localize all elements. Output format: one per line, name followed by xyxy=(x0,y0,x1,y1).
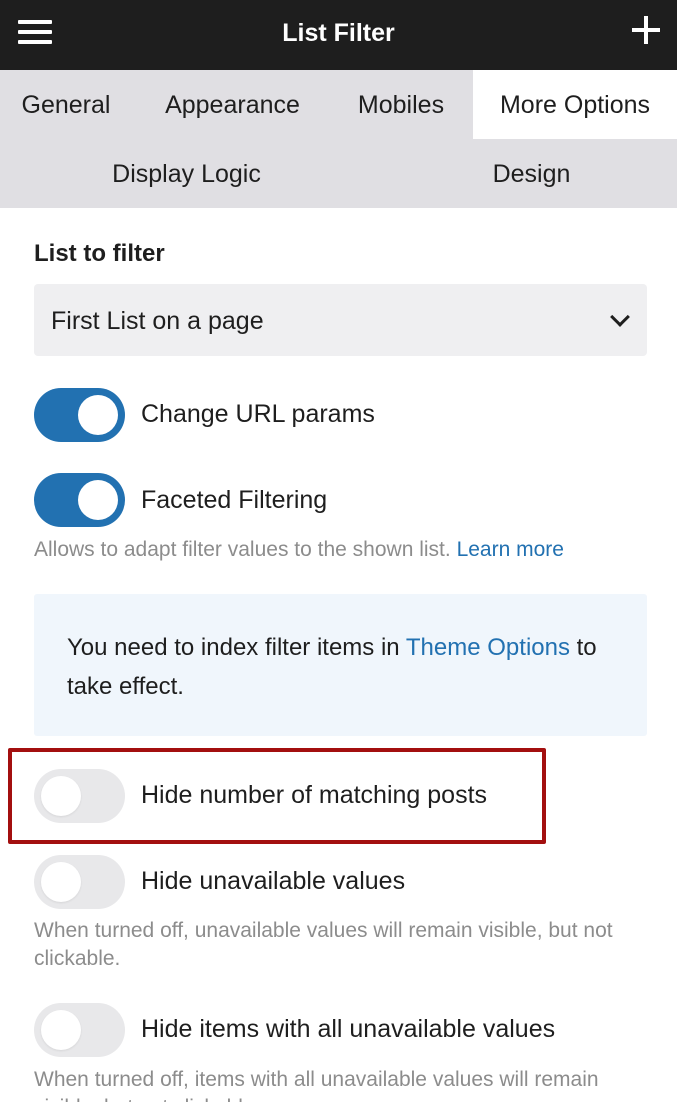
toggle-knob xyxy=(41,776,81,816)
hide-items-all-unavailable-help: When turned off, items with all unavaila… xyxy=(34,1068,599,1102)
panel-title: List Filter xyxy=(282,19,395,47)
tab-appearance[interactable]: Appearance xyxy=(132,70,333,139)
faceted-filtering-help: Allows to adapt filter values to the sho… xyxy=(34,536,644,564)
tab-bar-second-row: Display Logic Design xyxy=(0,139,677,208)
hide-unavailable-values-toggle[interactable] xyxy=(34,855,125,909)
chevron-down-icon xyxy=(610,307,630,327)
hide-items-all-unavailable-label: Hide items with all unavailable values xyxy=(141,1015,556,1043)
top-bar: List Filter xyxy=(0,0,677,70)
toggle-knob xyxy=(41,1010,81,1050)
hide-unavailable-values-label: Hide unavailable values xyxy=(141,867,406,895)
tab-design[interactable]: Design xyxy=(359,139,677,208)
change-url-params-label: Change URL params xyxy=(141,400,375,428)
tab-mobiles[interactable]: Mobiles xyxy=(333,70,469,139)
learn-more-link[interactable]: Learn more xyxy=(457,538,564,561)
hide-matching-posts-toggle[interactable] xyxy=(34,769,125,823)
tab-display-logic[interactable]: Display Logic xyxy=(14,139,359,208)
hide-unavailable-values-help: When turned off, unavailable values will… xyxy=(34,919,613,970)
list-to-filter-label: List to filter xyxy=(34,240,165,267)
info-notice: You need to index filter items in Theme … xyxy=(34,594,647,736)
hide-items-all-unavailable-toggle[interactable] xyxy=(34,1003,125,1057)
toggle-knob xyxy=(78,395,118,435)
theme-options-link[interactable]: Theme Options xyxy=(406,634,570,661)
tab-more-options[interactable]: More Options xyxy=(473,70,677,139)
change-url-params-toggle[interactable] xyxy=(34,388,125,442)
hide-matching-posts-label: Hide number of matching posts xyxy=(141,781,488,809)
notice-text: You need to index filter items in Theme … xyxy=(67,628,627,706)
faceted-filtering-label: Faceted Filtering xyxy=(141,486,328,514)
faceted-filtering-toggle[interactable] xyxy=(34,473,125,527)
list-to-filter-select[interactable]: First List on a page xyxy=(34,284,647,356)
notice-text-before: You need to index filter items in xyxy=(67,634,400,661)
tab-general[interactable]: General xyxy=(0,70,132,139)
tab-bar: General Appearance Mobiles More Options xyxy=(0,70,677,139)
plus-icon[interactable] xyxy=(632,16,660,44)
select-value: First List on a page xyxy=(51,307,264,335)
toggle-knob xyxy=(41,862,81,902)
toggle-knob xyxy=(78,480,118,520)
help-text: Allows to adapt filter values to the sho… xyxy=(34,538,451,561)
